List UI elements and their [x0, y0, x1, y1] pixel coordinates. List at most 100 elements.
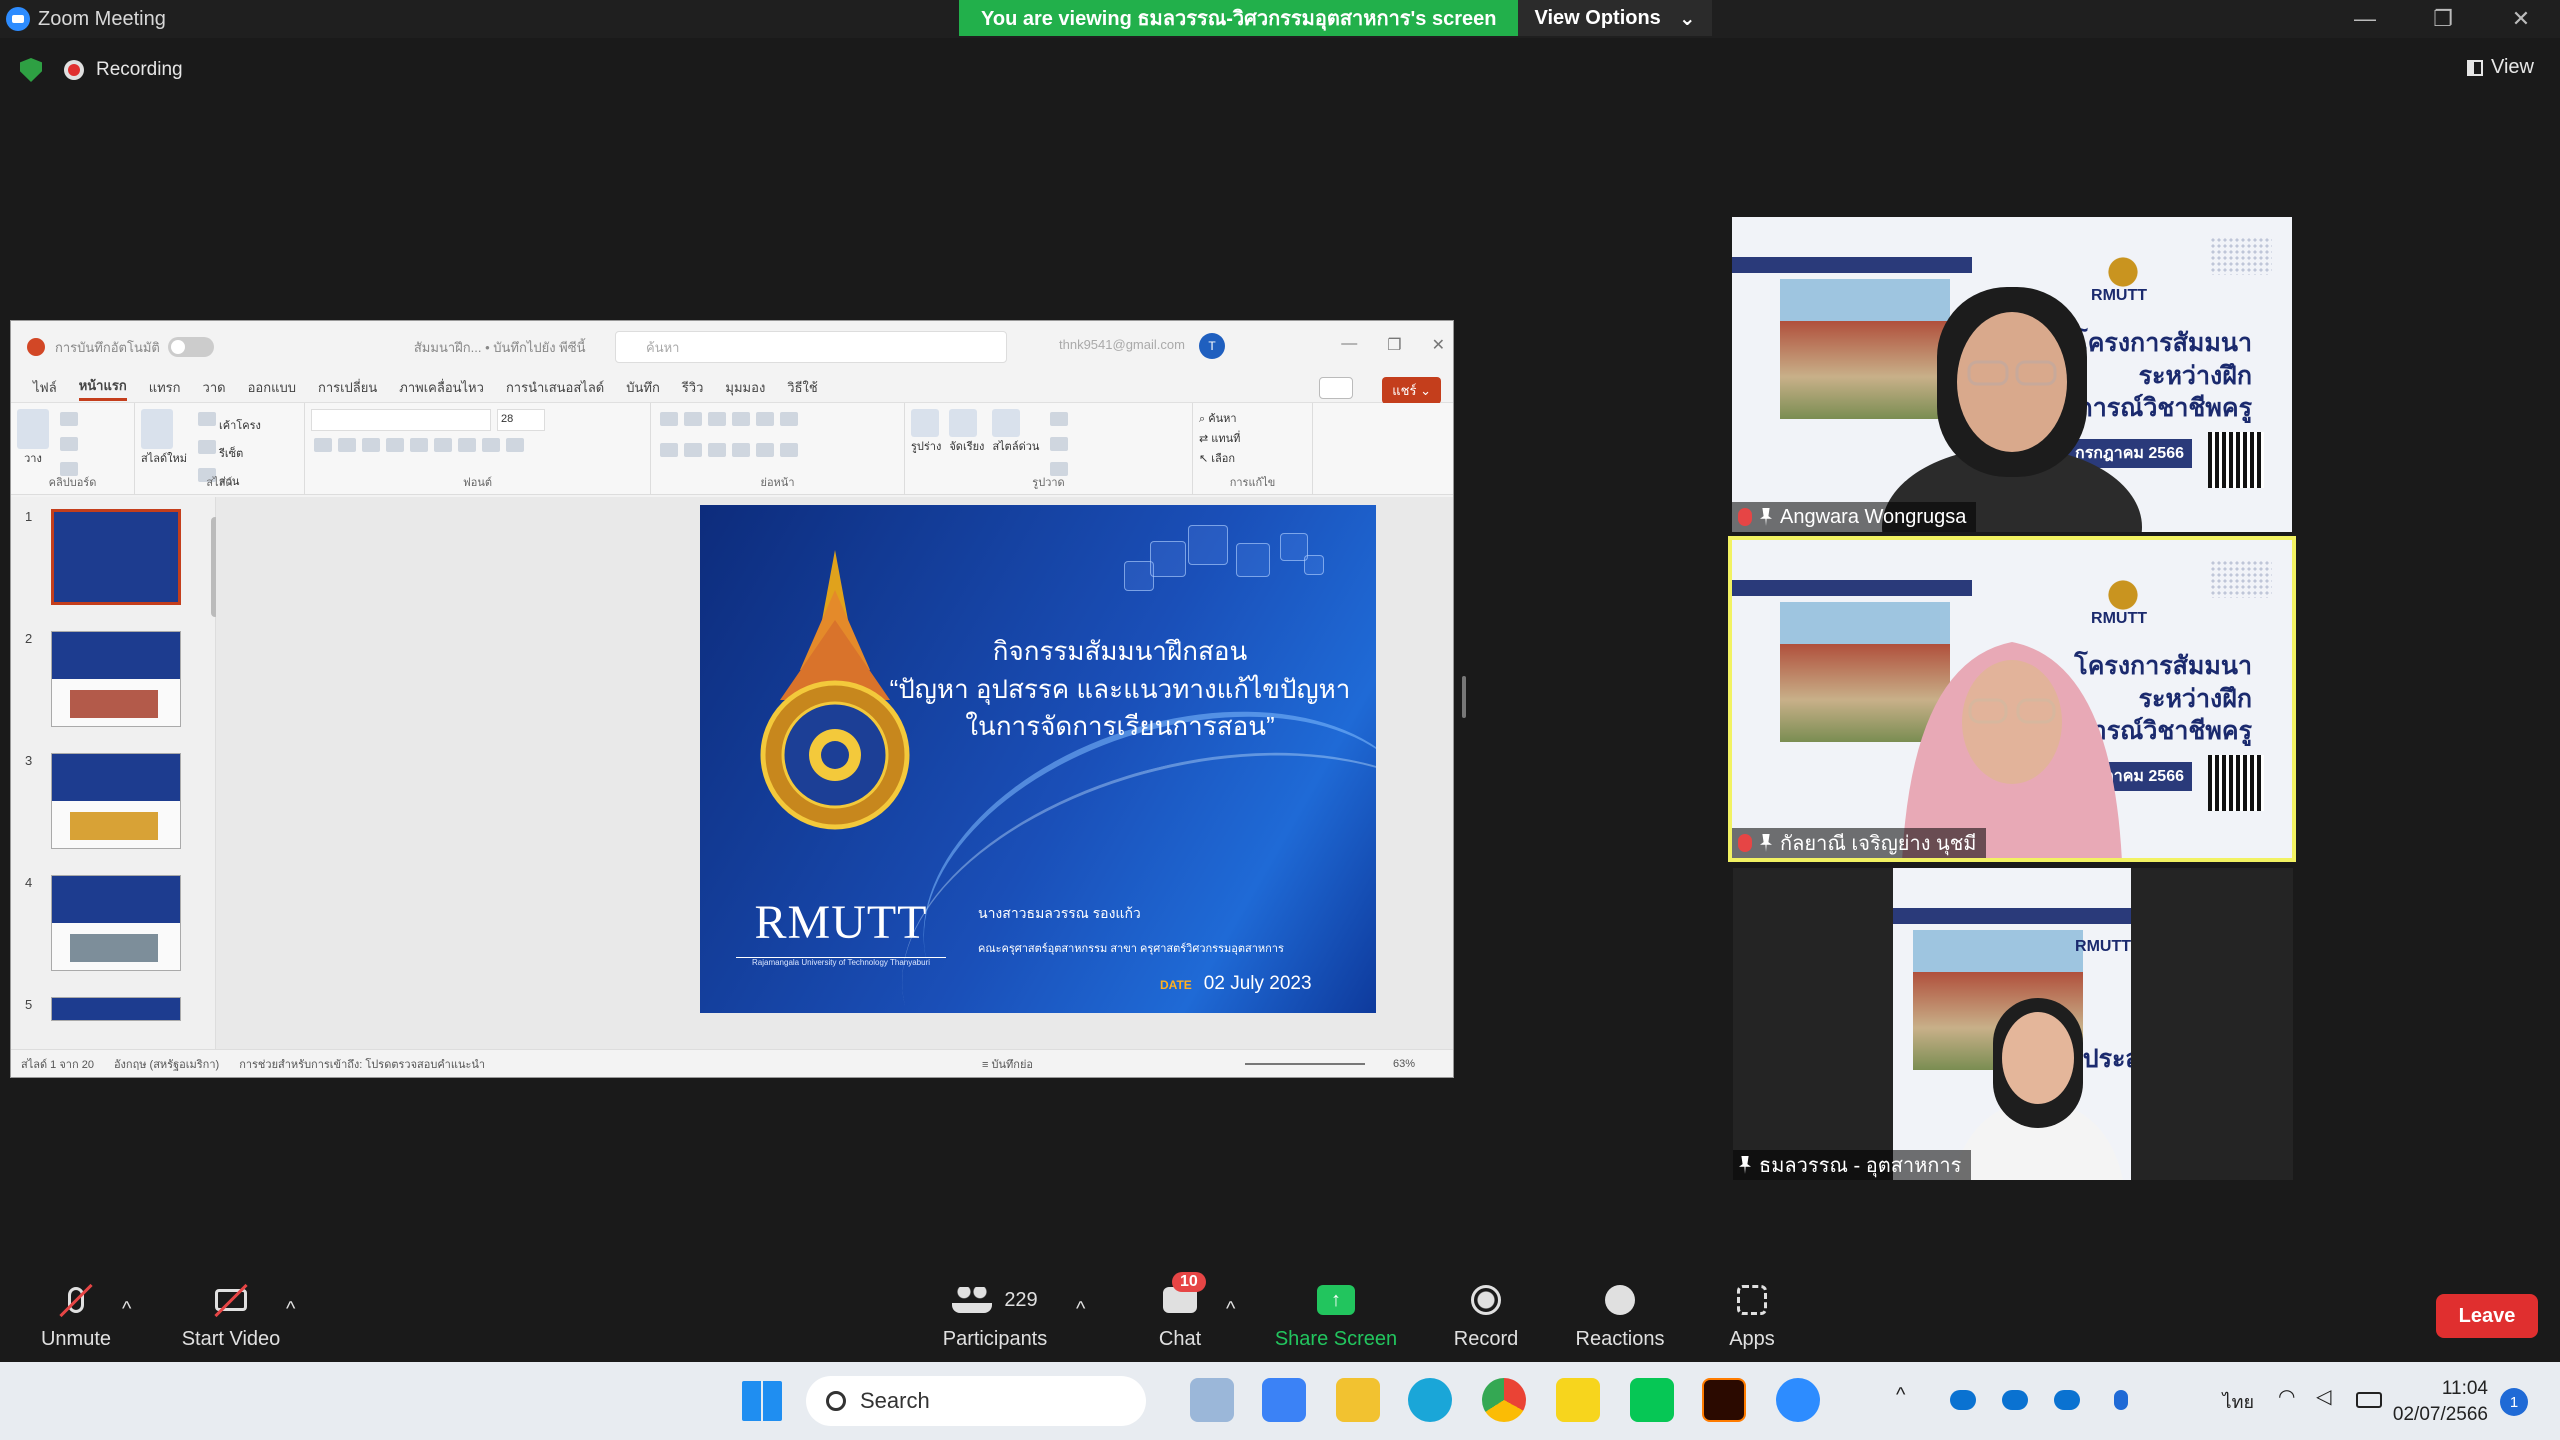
illustrator-icon[interactable] — [1702, 1378, 1746, 1422]
line-spacing-icon[interactable] — [756, 412, 774, 426]
view-button[interactable]: View — [2467, 56, 2534, 79]
onedrive-icon[interactable] — [2002, 1390, 2028, 1410]
tab-draw[interactable]: วาด — [203, 377, 226, 398]
font-size-select[interactable]: 28 — [497, 409, 545, 431]
tab-review[interactable]: รีวิว — [682, 377, 704, 398]
justify-icon[interactable] — [732, 443, 750, 457]
tab-file[interactable]: ไฟล์ — [33, 377, 57, 398]
tab-home[interactable]: หน้าแรก — [78, 375, 127, 401]
chrome-browser-icon[interactable] — [1482, 1378, 1526, 1422]
taskbar-search[interactable]: Search — [806, 1376, 1146, 1426]
sticky-notes-icon[interactable] — [1556, 1378, 1600, 1422]
language-status[interactable]: อังกฤษ (สหรัฐอเมริกา) — [114, 1055, 219, 1073]
ppt-minimize-button[interactable]: — — [1341, 335, 1357, 355]
participants-button[interactable]: 229 Participants — [940, 1280, 1050, 1351]
reset-button[interactable]: รีเซ็ต — [195, 437, 261, 465]
find-button[interactable]: ⌕ ค้นหา — [1199, 409, 1306, 427]
record-button[interactable]: Record — [1446, 1280, 1526, 1351]
highlight-icon[interactable] — [482, 438, 500, 452]
zoom-percent[interactable]: 63% — [1393, 1058, 1415, 1070]
tab-insert[interactable]: แทรก — [149, 377, 181, 398]
slide-thumbnail[interactable] — [51, 997, 181, 1021]
shield-icon[interactable] — [20, 58, 42, 82]
strikethrough-icon[interactable] — [410, 438, 428, 452]
underline-icon[interactable] — [362, 438, 380, 452]
numbering-icon[interactable] — [684, 412, 702, 426]
notes-button[interactable]: ≡ บันทึกย่อ — [982, 1055, 1033, 1073]
align-center-icon[interactable] — [684, 443, 702, 457]
italic-icon[interactable] — [338, 438, 356, 452]
zoom-app-icon[interactable] — [1776, 1378, 1820, 1422]
ppt-search-input[interactable]: ค้นหา — [615, 331, 1007, 363]
smartart-icon[interactable] — [780, 443, 798, 457]
shadow-icon[interactable] — [386, 438, 404, 452]
slide-thumbnail[interactable] — [51, 753, 181, 849]
volume-icon[interactable]: ◁ — [2316, 1384, 2342, 1408]
leave-button[interactable]: Leave — [2436, 1294, 2538, 1338]
video-tile[interactable]: RMUTT โครงการสัมมนาระหว่างฝึกประสบการณ์ว… — [1732, 217, 2292, 532]
layout-button[interactable]: เค้าโครง — [195, 409, 261, 437]
onedrive-icon[interactable] — [1950, 1390, 1976, 1410]
edge-browser-icon[interactable] — [1408, 1378, 1452, 1422]
onedrive-icon[interactable] — [2054, 1390, 2080, 1410]
line-app-icon[interactable] — [1630, 1378, 1674, 1422]
reactions-button[interactable]: Reactions — [1572, 1280, 1668, 1351]
task-view-icon[interactable] — [1190, 1378, 1234, 1422]
shared-powerpoint-window[interactable]: การบันทึกอัตโนมัติ สัมมนาฝึก... • บันทึก… — [10, 320, 1454, 1078]
tab-design[interactable]: ออกแบบ — [248, 377, 296, 398]
shape-outline-icon[interactable] — [1050, 437, 1069, 451]
comments-button[interactable] — [1319, 377, 1353, 399]
current-slide[interactable]: RMUTT Rajamangala University of Technolo… — [700, 505, 1376, 1013]
font-color-icon[interactable] — [506, 438, 524, 452]
file-explorer-icon[interactable] — [1336, 1378, 1380, 1422]
clock[interactable]: 11:04 02/07/2566 — [2393, 1376, 2488, 1427]
video-options-chevron-icon[interactable]: ^ — [286, 1298, 295, 1321]
copy-icon[interactable] — [60, 437, 78, 451]
unmute-button[interactable]: Unmute — [36, 1280, 116, 1351]
ppt-share-button[interactable]: แชร์ ⌄ — [1382, 377, 1441, 404]
align-right-icon[interactable] — [708, 443, 726, 457]
columns-icon[interactable] — [756, 443, 774, 457]
minimize-button[interactable]: — — [2326, 0, 2404, 38]
view-options-button[interactable]: View Options ⌄ — [1518, 0, 1712, 36]
font-family-select[interactable] — [311, 409, 491, 431]
change-case-icon[interactable] — [458, 438, 476, 452]
chevron-up-icon[interactable]: ^ — [1896, 1384, 1922, 1406]
align-left-icon[interactable] — [660, 443, 678, 457]
replace-button[interactable]: ⇄ แทนที่ — [1199, 429, 1306, 447]
slide-thumbnail[interactable] — [51, 509, 181, 605]
wifi-icon[interactable]: ◠ — [2278, 1384, 2304, 1408]
slide-thumbnail[interactable] — [51, 631, 181, 727]
learning-app-icon[interactable] — [1262, 1378, 1306, 1422]
zoom-slider[interactable] — [1245, 1063, 1365, 1065]
video-tile[interactable]: RMUTT โครงการสัมมนาระหว่างฝึกประสบการณ์ว… — [1733, 868, 2293, 1180]
decrease-indent-icon[interactable] — [708, 412, 726, 426]
notification-badge[interactable]: 1 — [2500, 1388, 2528, 1416]
select-button[interactable]: ↖ เลือก — [1199, 449, 1306, 467]
video-tile-active-speaker[interactable]: RMUTT โครงการสัมมนา ระหว่างฝึก ประสบการณ์ว… — [1728, 536, 2296, 862]
restore-button[interactable]: ❐ — [2404, 0, 2482, 38]
slide-thumbnail[interactable] — [51, 875, 181, 971]
microphone-icon[interactable] — [2114, 1390, 2128, 1410]
autosave-toggle[interactable] — [167, 337, 214, 357]
tab-transitions[interactable]: การเปลี่ยน — [318, 377, 377, 398]
share-screen-button[interactable]: ↑ Share Screen — [1274, 1280, 1398, 1351]
bullets-icon[interactable] — [660, 412, 678, 426]
tab-animations[interactable]: ภาพเคลื่อนไหว — [399, 377, 484, 398]
bold-icon[interactable] — [314, 438, 332, 452]
input-language[interactable]: ไทย — [2223, 1387, 2254, 1416]
close-button[interactable]: ✕ — [2482, 0, 2560, 38]
apps-button[interactable]: Apps — [1722, 1280, 1782, 1351]
cut-icon[interactable] — [60, 412, 78, 426]
windows-start-icon[interactable] — [742, 1381, 782, 1421]
accessibility-status[interactable]: การช่วยสำหรับการเข้าถึง: โปรดตรวจสอบคำแน… — [239, 1055, 485, 1073]
text-direction-icon[interactable] — [780, 412, 798, 426]
tab-record[interactable]: บันทึก — [626, 377, 660, 398]
chat-options-chevron-icon[interactable]: ^ — [1226, 1298, 1235, 1321]
account-avatar[interactable]: T — [1199, 333, 1225, 359]
tab-view[interactable]: มุมมอง — [725, 377, 765, 398]
tab-help[interactable]: วิธีใช้ — [787, 377, 817, 398]
ppt-close-button[interactable]: ✕ — [1432, 335, 1445, 355]
participants-options-chevron-icon[interactable]: ^ — [1076, 1298, 1085, 1321]
battery-icon[interactable] — [2356, 1392, 2382, 1408]
